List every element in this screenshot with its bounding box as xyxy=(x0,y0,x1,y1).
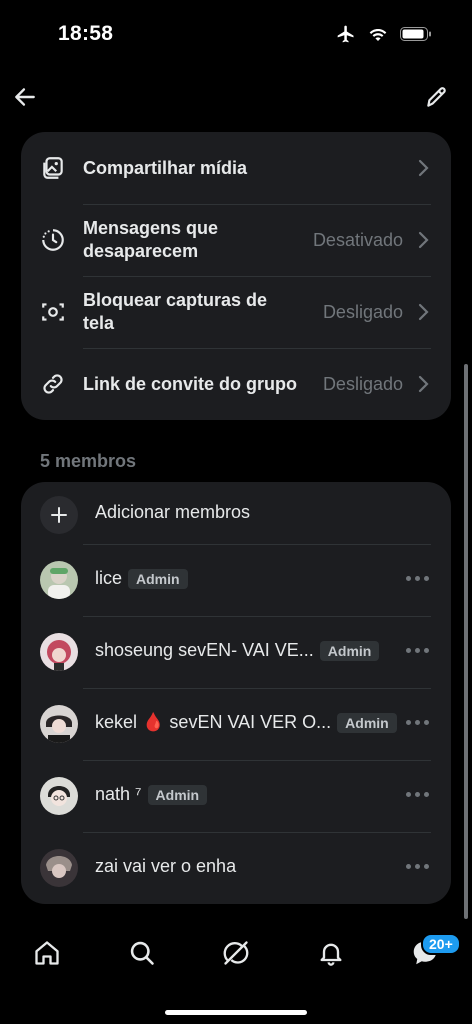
chevron-right-icon xyxy=(418,231,429,249)
chevron-right-icon xyxy=(418,159,429,177)
add-circle xyxy=(40,496,78,534)
more-options-button[interactable] xyxy=(406,720,429,725)
chevron-right-icon xyxy=(418,375,429,393)
member-name-wrap: zai vai ver o enha xyxy=(95,856,236,877)
nav-grok[interactable] xyxy=(221,938,251,968)
avatar[interactable] xyxy=(40,777,78,815)
settings-card: Compartilhar mídia Mensagens que desapar… xyxy=(21,132,451,420)
setting-share-media[interactable]: Compartilhar mídia xyxy=(21,132,451,204)
member-name: shoseung sevEN- VAI VE... xyxy=(95,640,314,660)
setting-block-screenshots[interactable]: Bloquear capturas de tela Desligado xyxy=(21,276,451,348)
avatar[interactable] xyxy=(40,561,78,599)
home-icon xyxy=(35,941,59,965)
avatar[interactable] xyxy=(40,849,78,887)
scrollbar[interactable] xyxy=(464,364,468,919)
member-name-wrap: lice Admin xyxy=(95,568,188,589)
edit-button[interactable] xyxy=(422,82,452,112)
more-options-button[interactable] xyxy=(406,648,429,653)
nav-home[interactable] xyxy=(32,938,62,968)
admin-badge: Admin xyxy=(337,712,397,733)
top-bar xyxy=(0,78,472,118)
pencil-icon xyxy=(427,87,446,107)
setting-disappearing-messages[interactable]: Mensagens que desaparecem Desativado xyxy=(21,204,451,276)
status-bar: 18:58 xyxy=(0,0,472,64)
more-options-button[interactable] xyxy=(406,576,429,581)
link-icon xyxy=(39,370,67,398)
member-name-wrap: shoseung sevEN- VAI VE... Admin xyxy=(95,640,380,661)
member-name-wrap: kekel 🩸 sevEN VAI VER O... Admin xyxy=(95,712,397,733)
member-name: zai vai ver o enha xyxy=(95,856,237,876)
admin-badge: Admin xyxy=(319,640,380,661)
setting-value: Desligado xyxy=(322,373,403,394)
setting-value: Desativado xyxy=(312,229,403,250)
members-card: Adicionar membros lice Admin shoseung se… xyxy=(21,482,451,904)
battery-icon xyxy=(400,27,431,41)
home-indicator xyxy=(165,1010,307,1015)
status-time: 18:58 xyxy=(58,22,114,45)
bottom-nav xyxy=(0,928,472,978)
setting-label: Link de convite do grupo xyxy=(83,373,298,394)
chevron-right-icon xyxy=(418,303,429,321)
status-icons xyxy=(336,24,432,44)
plus-icon xyxy=(51,507,67,523)
member-row[interactable]: kekel 🩸 sevEN VAI VER O... Admin xyxy=(21,688,451,760)
grok-icon xyxy=(223,941,249,965)
setting-value: Desligado xyxy=(322,301,403,322)
arrow-left-icon xyxy=(15,88,35,106)
bell-icon xyxy=(320,943,342,966)
member-name-wrap: nath ⁷ Admin xyxy=(95,784,208,805)
setting-label: Bloquear capturas de tela xyxy=(83,290,268,333)
member-name: nath ⁷ xyxy=(95,784,142,804)
member-row[interactable]: zai vai ver o enha xyxy=(21,832,451,904)
back-button[interactable] xyxy=(10,82,40,112)
more-options-button[interactable] xyxy=(406,792,429,797)
setting-label: Compartilhar mídia xyxy=(83,157,248,178)
avatar[interactable] xyxy=(40,705,78,743)
member-name: lice xyxy=(95,568,123,588)
admin-badge: Admin xyxy=(128,568,188,589)
wifi-icon xyxy=(369,29,387,41)
nav-notifications[interactable] xyxy=(316,938,346,968)
messages-badge: 20+ xyxy=(421,933,461,955)
nav-search[interactable] xyxy=(127,938,157,968)
more-options-button[interactable] xyxy=(406,864,429,869)
timer-icon xyxy=(39,226,67,254)
setting-group-invite-link[interactable]: Link de convite do grupo Desligado xyxy=(21,348,451,420)
camera-block-icon xyxy=(39,298,67,326)
media-icon xyxy=(39,154,67,182)
setting-label: Mensagens que desaparecem xyxy=(83,218,219,261)
admin-badge: Admin xyxy=(147,784,208,805)
members-count: 5 membros xyxy=(40,451,137,471)
airplane-icon xyxy=(337,25,354,43)
add-members-button[interactable]: Adicionar membros xyxy=(21,482,451,544)
member-row[interactable]: shoseung sevEN- VAI VE... Admin xyxy=(21,616,451,688)
add-members-label: Adicionar membros xyxy=(95,502,251,522)
member-name: kekel 🩸 sevEN VAI VER O... xyxy=(95,712,332,732)
avatar[interactable] xyxy=(40,633,78,671)
member-row[interactable]: lice Admin xyxy=(21,544,451,616)
member-row[interactable]: nath ⁷ Admin xyxy=(21,760,451,832)
search-icon xyxy=(130,941,154,965)
